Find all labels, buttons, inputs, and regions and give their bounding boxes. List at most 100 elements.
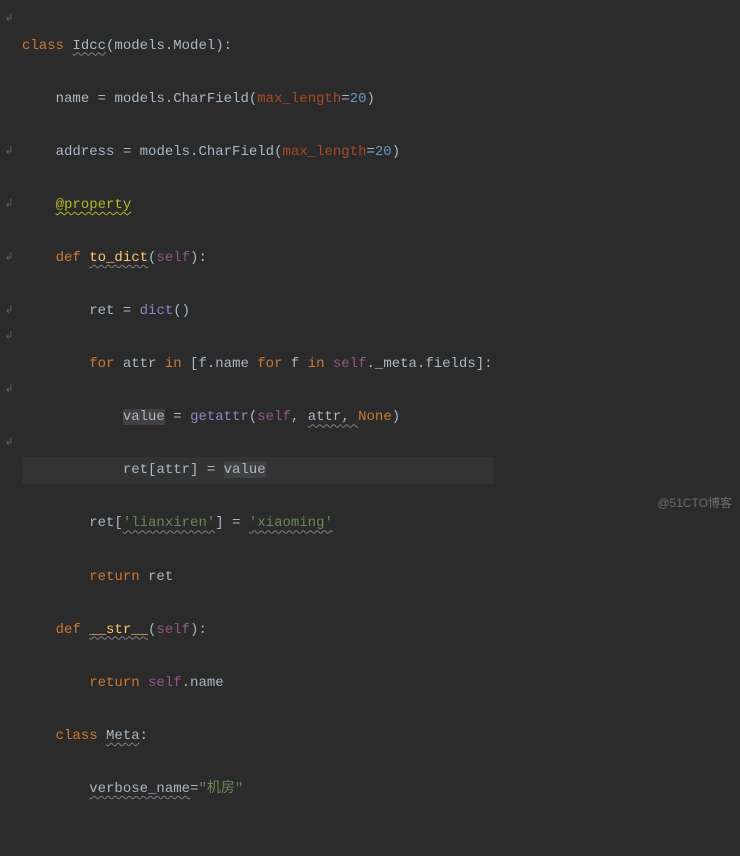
keyword-in: in (299, 356, 333, 372)
self-param: self (156, 250, 190, 266)
code-line[interactable]: class Idcc(models.Model): (22, 33, 493, 60)
var-name: verbose_name (89, 781, 190, 797)
code-editor[interactable]: ↲ ↲ ↲ ↲ ↲ ↲ ↲ ↲ class Idcc(models.Model)… (0, 0, 740, 519)
gutter-mark: ↲ (0, 139, 18, 166)
indent (22, 515, 89, 531)
attr: ._meta.fields]: (367, 356, 493, 372)
paren: ): (190, 622, 207, 638)
gutter-mark (0, 218, 18, 245)
op: = (114, 303, 139, 319)
class-name: Idcc (72, 38, 106, 54)
code-line[interactable]: for attr in [f.name for f in self._meta.… (22, 351, 493, 378)
indent (22, 250, 56, 266)
gutter-mark: ↲ (0, 192, 18, 219)
keyword-class: class (56, 728, 106, 744)
keyword-in: in (156, 356, 190, 372)
attr: .name (182, 675, 224, 691)
op: = (89, 91, 114, 107)
indent (22, 144, 56, 160)
code-line[interactable]: ret = dict() (22, 298, 493, 325)
code-line-current[interactable]: ret[attr] = value (22, 457, 493, 484)
gutter-mark: ↲ (0, 377, 18, 404)
module: models. (114, 91, 173, 107)
keyword-for: for (89, 356, 123, 372)
var-name: ret[ (123, 462, 157, 478)
gutter-mark (0, 86, 18, 113)
module: models. (140, 144, 199, 160)
indent (22, 569, 89, 585)
code-line[interactable]: verbose_name="机房" (22, 776, 493, 803)
indent (22, 622, 56, 638)
var-name: ret (89, 303, 114, 319)
number: 20 (375, 144, 392, 160)
code-line[interactable]: class Meta: (22, 723, 493, 750)
code-line[interactable]: return ret (22, 564, 493, 591)
gutter: ↲ ↲ ↲ ↲ ↲ ↲ ↲ ↲ (0, 0, 18, 519)
code-line[interactable]: value = getattr(self, attr, None) (22, 404, 493, 431)
class-name: Meta (106, 728, 140, 744)
paren: () (173, 303, 190, 319)
colon: : (140, 728, 148, 744)
indent (22, 462, 123, 478)
gutter-mark: ↲ (0, 430, 18, 457)
gutter-mark: ↲ (0, 298, 18, 325)
string: "机房" (198, 781, 243, 797)
indent (22, 409, 123, 425)
keyword-return: return (89, 569, 148, 585)
none: None (358, 409, 392, 425)
code-line[interactable]: name = models.CharField(max_length=20) (22, 86, 493, 113)
var-name: value (224, 462, 266, 478)
fn-call: CharField (198, 144, 274, 160)
gutter-mark (0, 33, 18, 60)
paren: ): (190, 250, 207, 266)
op: = (367, 144, 375, 160)
code-line[interactable]: def __str__(self): (22, 617, 493, 644)
named-arg: max_length (282, 144, 366, 160)
indent (22, 91, 56, 107)
keyword-def: def (56, 622, 90, 638)
op: ] = (190, 462, 224, 478)
builtin: dict (140, 303, 174, 319)
var-name: attr (123, 356, 157, 372)
op: = (114, 144, 139, 160)
indent (22, 356, 89, 372)
code-line[interactable]: address = models.CharField(max_length=20… (22, 139, 493, 166)
gutter-mark (0, 404, 18, 431)
var-name: name (56, 91, 90, 107)
var-name: address (56, 144, 115, 160)
number: 20 (350, 91, 367, 107)
gutter-mark (0, 271, 18, 298)
comma: , (341, 409, 358, 425)
self: self (333, 356, 367, 372)
keyword-class: class (22, 38, 72, 54)
gutter-mark: ↲ (0, 6, 18, 33)
gutter-mark (0, 112, 18, 139)
builtin: getattr (190, 409, 249, 425)
indent (22, 728, 56, 744)
code-line[interactable]: return self.name (22, 670, 493, 697)
gutter-mark (0, 351, 18, 378)
paren: ) (367, 91, 375, 107)
gutter-mark: ↲ (0, 324, 18, 351)
code-line[interactable]: def to_dict(self): (22, 245, 493, 272)
attr: .name (207, 356, 257, 372)
code-area[interactable]: class Idcc(models.Model): name = models.… (18, 0, 493, 519)
fn-call: CharField (173, 91, 249, 107)
code-line[interactable]: @property (22, 192, 493, 219)
var-name: ret[ (89, 515, 123, 531)
keyword-for: for (257, 356, 291, 372)
keyword-def: def (56, 250, 90, 266)
indent (22, 197, 56, 213)
watermark: @51CTO博客 (657, 492, 732, 515)
op: = (190, 781, 198, 797)
indent (22, 781, 89, 797)
self: self (156, 622, 190, 638)
op: ] = (215, 515, 249, 531)
fn-name: to_dict (89, 250, 148, 266)
self: self (148, 675, 182, 691)
gutter-mark (0, 165, 18, 192)
decorator: @property (56, 197, 132, 213)
var-name: ret (148, 569, 173, 585)
code-line[interactable]: ret['lianxiren'] = 'xiaoming' (22, 510, 493, 537)
op: = (341, 91, 349, 107)
